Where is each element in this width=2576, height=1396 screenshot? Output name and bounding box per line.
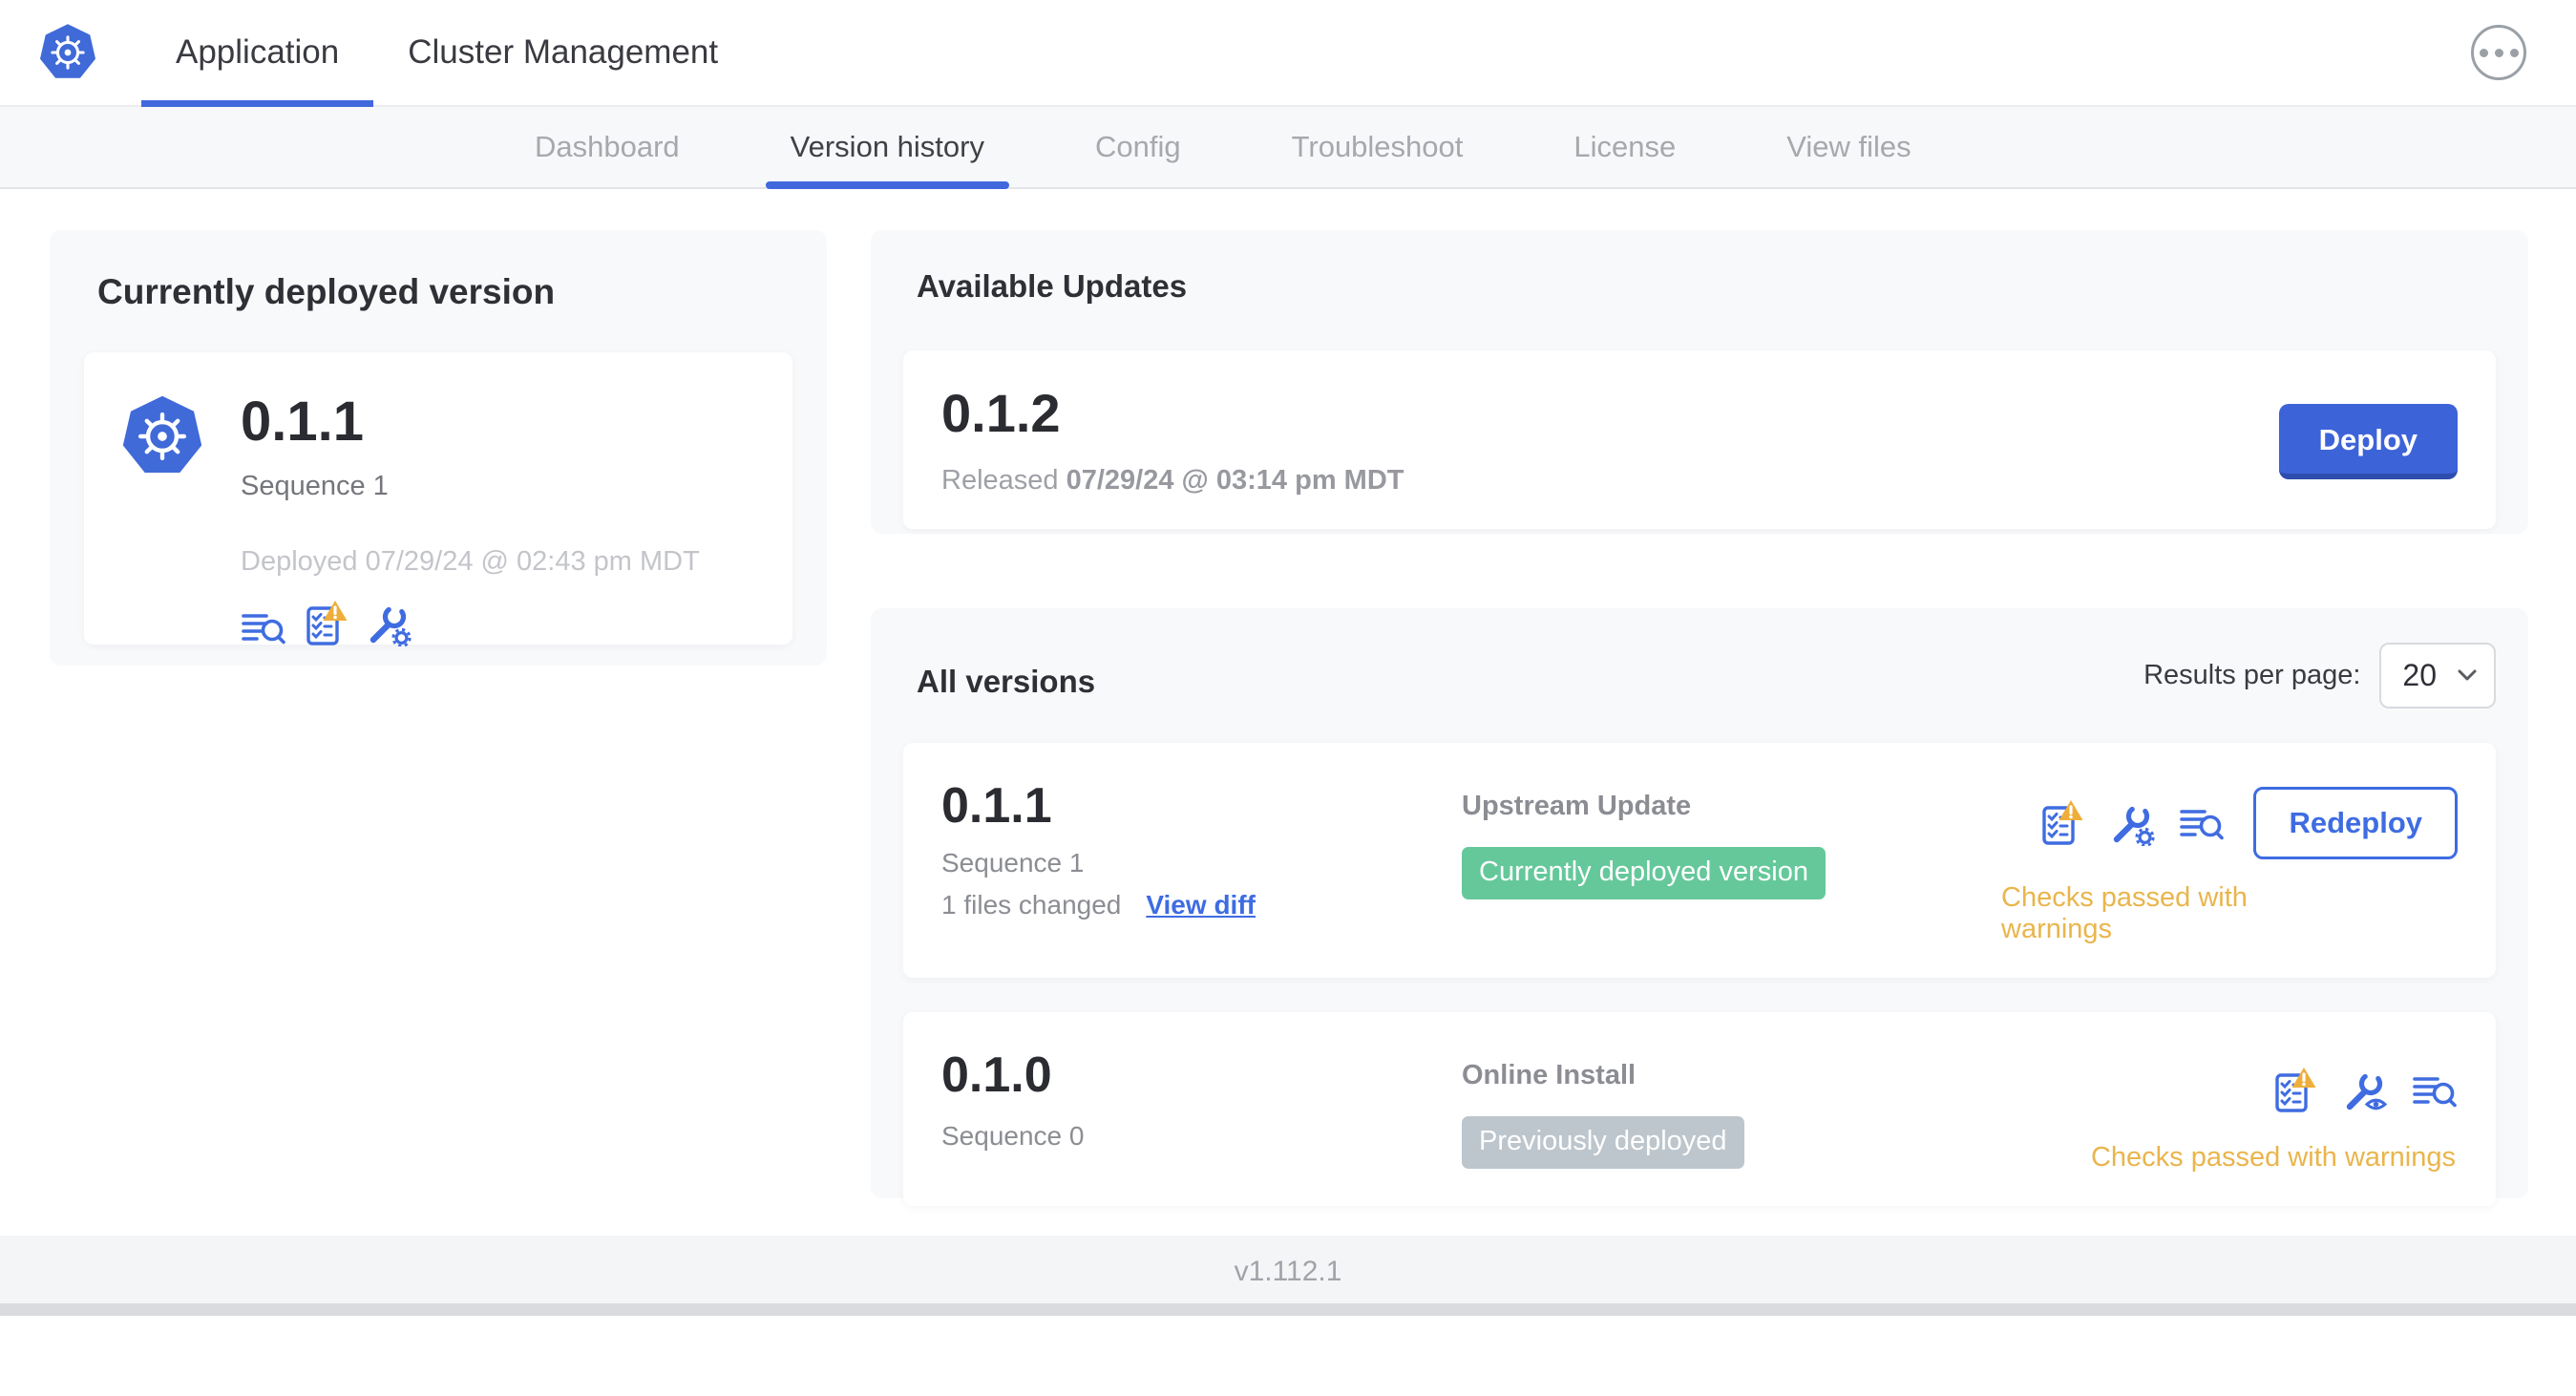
tab-application[interactable]: Application — [141, 0, 374, 107]
view-config-icon[interactable] — [2341, 1068, 2389, 1113]
deploy-logs-icon[interactable] — [2179, 804, 2225, 842]
row-source-label: Online Install — [1462, 1060, 1636, 1090]
available-updates-panel: Available Updates 0.1.2 Released 07/29/2… — [871, 230, 2528, 534]
deploy-logs-icon[interactable] — [2412, 1071, 2458, 1110]
subnav-tab-version-history-label: Version history — [790, 130, 984, 163]
preflight-checks-warning-icon[interactable] — [2270, 1066, 2318, 1113]
app-header: Application Cluster Management — [0, 0, 2576, 107]
subnav-tab-license-label: License — [1573, 130, 1677, 163]
subnav-tab-troubleshoot[interactable]: Troubleshoot — [1263, 107, 1492, 187]
released-timestamp: 07/29/24 @ 03:14 pm MDT — [1066, 465, 1404, 496]
view-diff-link[interactable]: View diff — [1146, 890, 1256, 920]
tab-cluster-management[interactable]: Cluster Management — [373, 0, 752, 105]
subnav-tab-version-history[interactable]: Version history — [762, 107, 1013, 189]
app-footer: v1.112.1 — [0, 1236, 2576, 1316]
version-row-0-1-1: 0.1.1 Sequence 1 1 files changed View dif… — [903, 743, 2496, 978]
subnav-tab-view-files-label: View files — [1786, 130, 1911, 163]
app-subnav: Dashboard Version history Config Trouble… — [0, 107, 2576, 189]
row-version-number: 0.1.0 — [941, 1047, 1052, 1103]
deployed-timestamp: Deployed 07/29/24 @ 02:43 pm MDT — [241, 546, 700, 577]
main-content: Currently deployed version 0.1.1 Sequenc… — [0, 189, 2576, 1316]
released-label: Released — [941, 465, 1059, 496]
available-update-card: 0.1.2 Released 07/29/24 @ 03:14 pm MDT D… — [903, 350, 2496, 529]
edit-config-icon[interactable] — [365, 601, 412, 646]
app-logo — [0, 0, 141, 105]
all-versions-panel: All versions Results per page: 20 0.1.1 … — [871, 608, 2528, 1206]
currently-deployed-badge: Currently deployed version — [1462, 847, 1826, 899]
checks-status-text: Checks passed with warnings — [2001, 882, 2248, 944]
row-version-number: 0.1.1 — [941, 778, 1052, 834]
currently-deployed-panel: Currently deployed version 0.1.1 Sequenc… — [50, 230, 827, 666]
deployed-version-number: 0.1.1 — [241, 391, 364, 453]
chevron-down-icon — [2458, 669, 2477, 681]
results-per-page-select[interactable]: 20 — [2379, 643, 2496, 709]
all-versions-title: All versions — [917, 663, 1096, 699]
currently-deployed-card: 0.1.1 Sequence 1 Deployed 07/29/24 @ 02:… — [84, 352, 792, 646]
update-version-number: 0.1.2 — [941, 383, 1061, 443]
subnav-tab-troubleshoot-label: Troubleshoot — [1291, 130, 1464, 163]
tab-cluster-management-label: Cluster Management — [408, 33, 719, 71]
currently-deployed-title: Currently deployed version — [97, 272, 556, 311]
update-released-line: Released 07/29/24 @ 03:14 pm MDT — [941, 465, 1404, 497]
preflight-checks-warning-icon[interactable] — [2038, 798, 2085, 846]
row-source-label: Upstream Update — [1462, 791, 1692, 821]
subnav-tab-config-label: Config — [1094, 130, 1181, 163]
files-changed-label: 1 files changed — [941, 890, 1122, 920]
results-per-page-label: Results per page: — [2143, 660, 2361, 690]
version-row-0-1-0: 0.1.0 Sequence 0 Online Install Previous… — [903, 1012, 2496, 1206]
tab-application-label: Application — [176, 33, 340, 71]
available-updates-title: Available Updates — [917, 268, 1188, 304]
previously-deployed-badge: Previously deployed — [1462, 1116, 1744, 1169]
redeploy-button[interactable]: Redeploy — [2253, 787, 2458, 859]
preflight-checks-warning-icon[interactable] — [302, 599, 349, 646]
deployed-sequence: Sequence 1 — [241, 471, 389, 501]
row-files-changed: 1 files changed View diff — [941, 890, 1462, 920]
deploy-logs-icon[interactable] — [241, 608, 286, 646]
deploy-button[interactable]: Deploy — [2278, 404, 2458, 479]
subnav-tab-license[interactable]: License — [1545, 107, 1704, 187]
row-sequence: Sequence 1 — [941, 848, 1085, 878]
kubernetes-logo-icon — [38, 23, 97, 80]
subnav-tab-dashboard[interactable]: Dashboard — [506, 107, 708, 187]
results-per-page-value: 20 — [2402, 658, 2437, 692]
row-sequence: Sequence 0 — [941, 1121, 1085, 1151]
subnav-tab-dashboard-label: Dashboard — [535, 130, 680, 163]
subnav-tab-view-files[interactable]: View files — [1758, 107, 1939, 187]
ellipsis-menu-icon[interactable] — [2471, 25, 2526, 80]
kubernetes-app-icon — [120, 394, 204, 478]
console-version: v1.112.1 — [1234, 1256, 1342, 1287]
edit-config-icon[interactable] — [2108, 800, 2156, 846]
checks-status-text: Checks passed with warnings — [2090, 1142, 2456, 1173]
subnav-tab-config[interactable]: Config — [1066, 107, 1210, 187]
